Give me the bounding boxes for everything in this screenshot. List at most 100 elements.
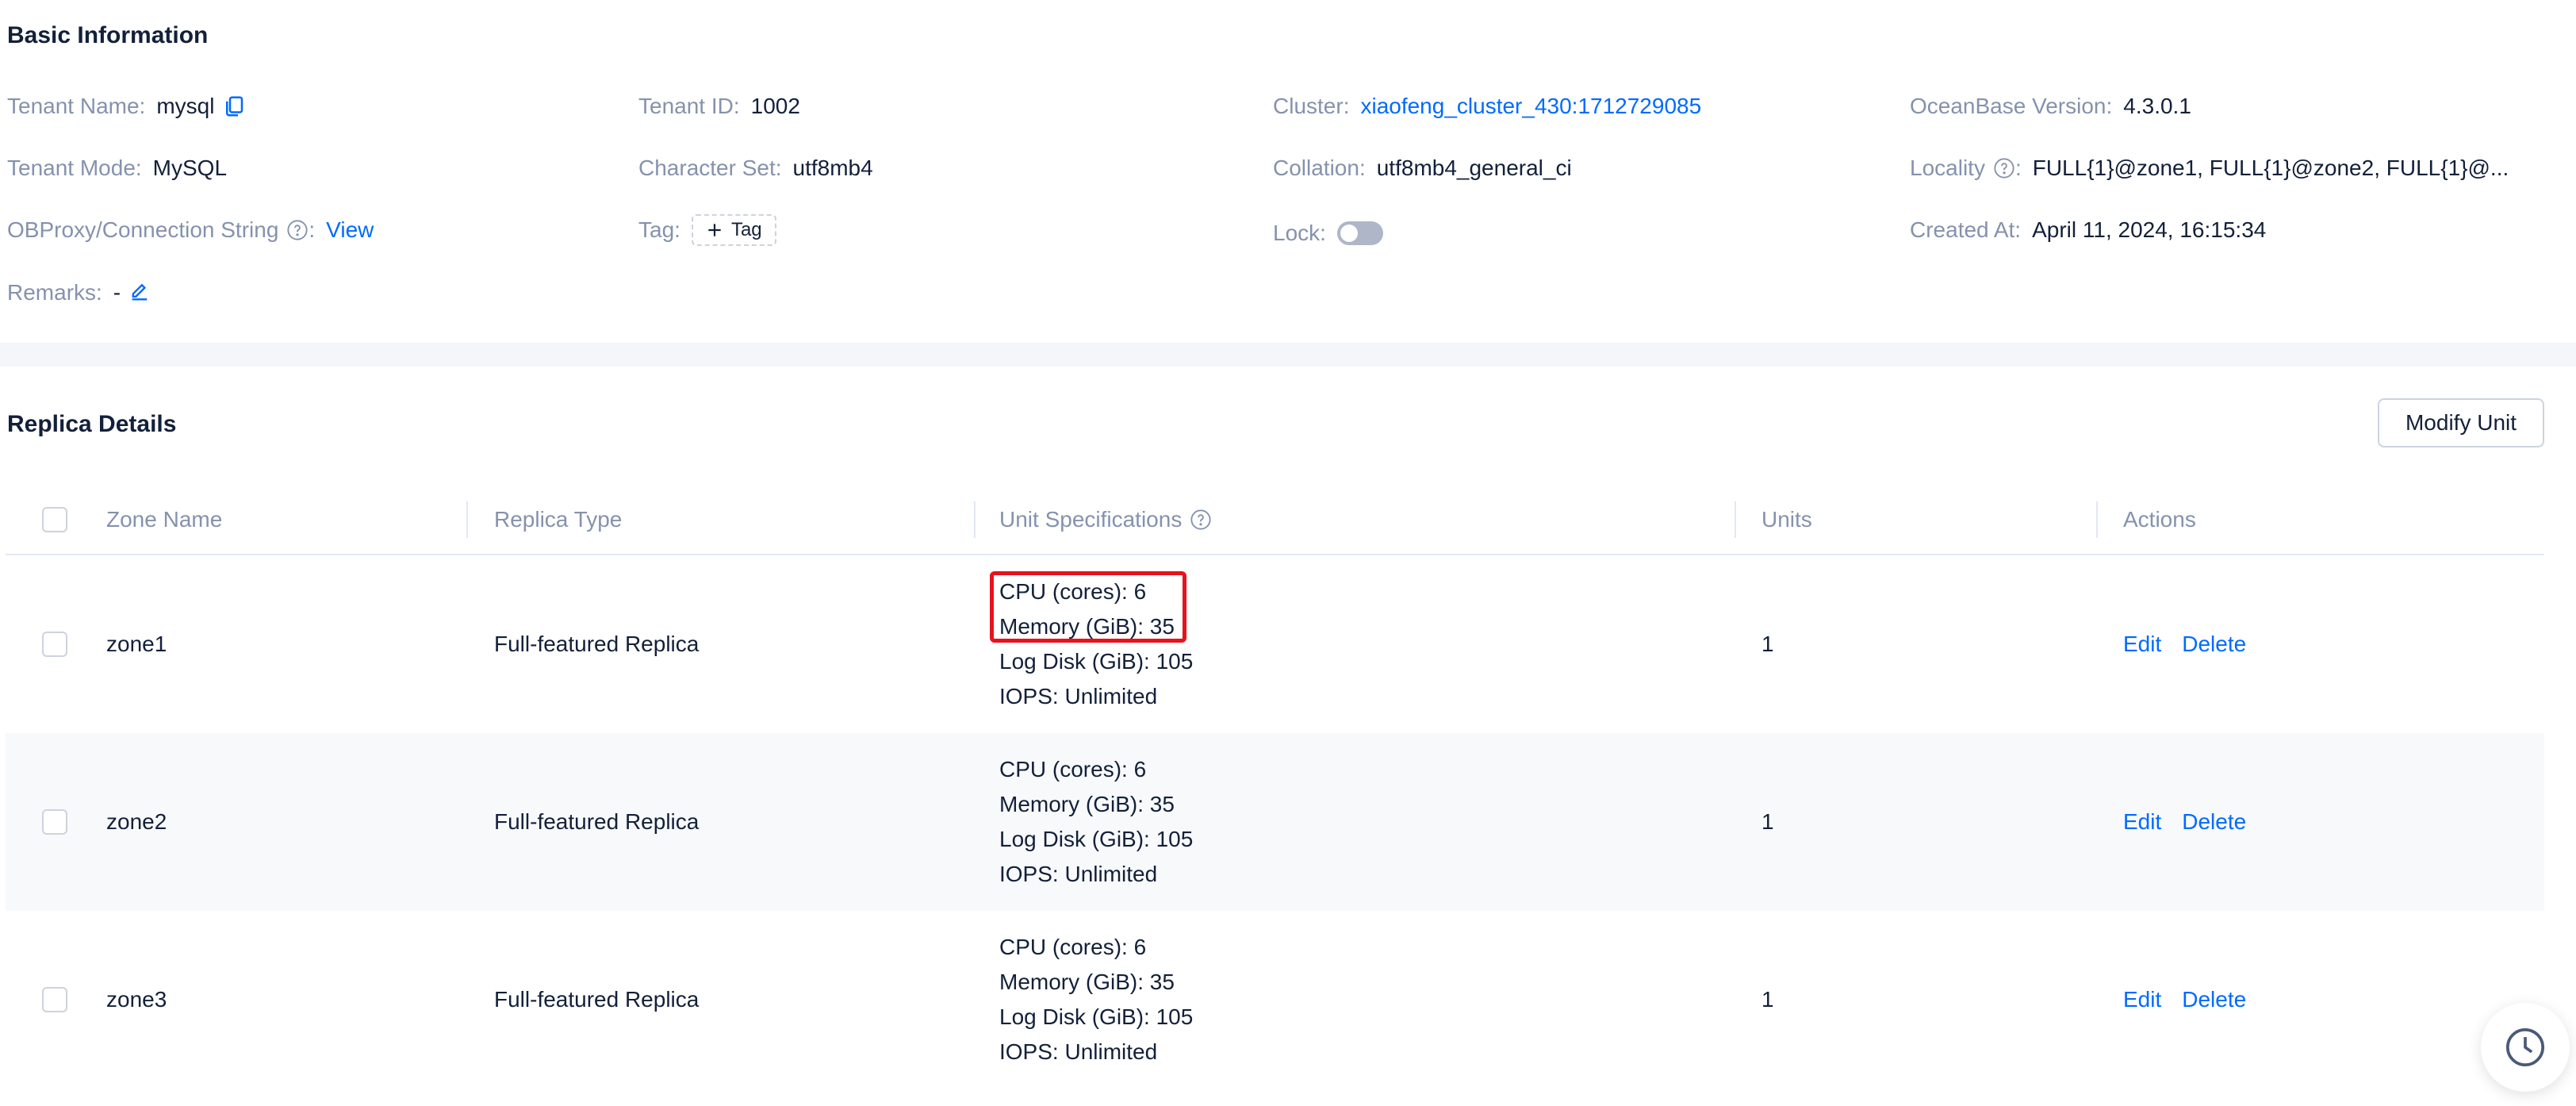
unit-spec-cell: CPU (cores): 6 Memory (GiB): 35 Log Disk… <box>999 911 1193 1089</box>
tenant-id-value: 1002 <box>750 94 800 118</box>
collation-field: Collation : utf8mb4_general_ci <box>1273 152 1572 184</box>
remarks-value: - <box>113 280 121 305</box>
edit-button[interactable]: Edit <box>2123 809 2161 835</box>
header-actions: Actions <box>2123 507 2196 532</box>
select-all-cell <box>42 484 67 555</box>
delete-button[interactable]: Delete <box>2182 809 2246 835</box>
zone-name-cell: zone1 <box>106 632 167 656</box>
modify-unit-button[interactable]: Modify Unit <box>2378 398 2544 447</box>
row-checkbox[interactable] <box>42 809 67 835</box>
collation-colon: : <box>1359 156 1366 180</box>
locality-value: FULL{1}@zone1, FULL{1}@zone2, FULL{1}@..… <box>2032 156 2509 180</box>
locality-field: Locality : FULL{1}@zone1, FULL{1}@zone2,… <box>1910 152 2509 184</box>
cpu-spec: CPU (cores): 6 <box>999 935 1147 959</box>
tenant-mode-value: MySQL <box>152 156 228 180</box>
replica-type-cell: Full-featured Replica <box>494 632 700 656</box>
replica-type-cell: Full-featured Replica <box>494 987 700 1012</box>
units-cell: 1 <box>1761 632 1774 656</box>
actions-cell: Edit Delete <box>2123 555 2267 733</box>
replica-table: Zone Name Replica Type Unit Specificatio… <box>6 484 2544 1089</box>
cpu-spec: CPU (cores): 6 <box>999 757 1147 781</box>
cluster-link[interactable]: xiaofeng_cluster_430:1712729085 <box>1360 94 1701 119</box>
tag-label: Tag: <box>638 217 680 242</box>
remarks-field: Remarks: - <box>7 277 152 309</box>
tenant-name-value: mysql <box>156 94 215 118</box>
column-divider <box>466 501 468 538</box>
obproxy-view-link[interactable]: View <box>326 217 374 243</box>
units-cell: 1 <box>1761 987 1774 1012</box>
log-disk-spec: Log Disk (GiB): 105 <box>999 649 1194 674</box>
memory-spec: Memory (GiB): 35 <box>999 792 1175 816</box>
iops-spec: IOPS: Unlimited <box>999 1039 1158 1064</box>
cpu-spec: CPU (cores): 6 <box>999 579 1147 604</box>
tenant-name-field: Tenant Name: mysql <box>7 90 246 122</box>
locality-label: Locality <box>1910 156 1985 180</box>
replica-type-cell: Full-featured Replica <box>494 809 700 834</box>
delete-button[interactable]: Delete <box>2182 987 2246 1012</box>
edit-icon[interactable] <box>128 281 152 305</box>
cluster-label: Cluster: <box>1273 94 1350 118</box>
character-set-field: Character Set: utf8mb4 <box>638 152 873 184</box>
actions-cell: Edit Delete <box>2123 911 2267 1089</box>
tenant-id-label: Tenant ID: <box>638 94 740 118</box>
delete-button[interactable]: Delete <box>2182 632 2246 657</box>
created-at-label: Created At: <box>1910 217 2022 242</box>
iops-spec: IOPS: Unlimited <box>999 862 1158 886</box>
table-row: zone2 Full-featured Replica CPU (cores):… <box>6 733 2544 911</box>
log-disk-spec: Log Disk (GiB): 105 <box>999 1004 1194 1029</box>
basic-information-section: Basic Information Tenant Name: mysql Ten… <box>0 0 2576 343</box>
edit-button[interactable]: Edit <box>2123 632 2161 657</box>
history-icon <box>2505 1027 2545 1067</box>
iops-spec: IOPS: Unlimited <box>999 684 1158 709</box>
log-disk-spec: Log Disk (GiB): 105 <box>999 827 1194 851</box>
obproxy-colon: : <box>309 217 316 242</box>
row-checkbox[interactable] <box>42 987 67 1012</box>
help-icon[interactable] <box>1190 509 1212 531</box>
table-row: zone3 Full-featured Replica CPU (cores):… <box>6 911 2544 1089</box>
add-tag-label: Tag <box>730 219 762 240</box>
row-checkbox[interactable] <box>42 632 67 657</box>
section-divider <box>0 343 2576 367</box>
character-set-value: utf8mb4 <box>792 156 873 180</box>
header-zone-name: Zone Name <box>106 507 223 532</box>
select-all-checkbox[interactable] <box>42 507 67 532</box>
replica-details-title: Replica Details <box>7 411 177 437</box>
plus-icon <box>708 224 721 236</box>
header-unit-specifications: Unit Specifications <box>999 484 1212 555</box>
collation-label: Collation <box>1273 156 1359 180</box>
memory-spec: Memory (GiB): 35 <box>999 614 1175 639</box>
units-cell: 1 <box>1761 809 1774 834</box>
table-header: Zone Name Replica Type Unit Specificatio… <box>6 484 2544 555</box>
obproxy-label: OBProxy/Connection String <box>7 217 279 242</box>
column-divider <box>1735 501 1736 538</box>
lock-toggle[interactable] <box>1336 221 1383 245</box>
copy-icon[interactable] <box>222 94 246 118</box>
tag-field: Tag: Tag <box>638 214 776 246</box>
created-at-value: April 11, 2024, 16:15:34 <box>2032 217 2267 242</box>
cluster-field: Cluster: xiaofeng_cluster_430:1712729085 <box>1273 90 1701 122</box>
tenant-id-field: Tenant ID: 1002 <box>638 90 800 122</box>
unit-spec-cell: CPU (cores): 6 Memory (GiB): 35 Log Disk… <box>999 555 1193 733</box>
header-units: Units <box>1761 507 1812 532</box>
tenant-name-label: Tenant Name: <box>7 94 146 118</box>
oceanbase-version-value: 4.3.0.1 <box>2123 94 2191 118</box>
remarks-label: Remarks: <box>7 280 102 305</box>
memory-spec: Memory (GiB): 35 <box>999 970 1175 994</box>
history-button[interactable] <box>2481 1003 2570 1092</box>
header-replica-type: Replica Type <box>494 507 623 532</box>
actions-cell: Edit Delete <box>2123 733 2267 911</box>
basic-information-title: Basic Information <box>7 22 209 48</box>
table-row: zone1 Full-featured Replica CPU (cores):… <box>6 555 2544 733</box>
column-divider <box>2096 501 2098 538</box>
locality-colon: : <box>2014 156 2022 180</box>
created-at-field: Created At: April 11, 2024, 16:15:34 <box>1910 214 2266 246</box>
tenant-mode-label: Tenant Mode: <box>7 156 142 180</box>
row-select-cell <box>42 733 67 911</box>
obproxy-field: OBProxy/Connection String : View <box>7 214 374 246</box>
character-set-label: Character Set: <box>638 156 782 180</box>
help-icon[interactable] <box>286 219 309 241</box>
edit-button[interactable]: Edit <box>2123 987 2161 1012</box>
add-tag-button[interactable]: Tag <box>691 214 776 246</box>
row-select-cell <box>42 555 67 733</box>
help-icon[interactable] <box>1993 157 2015 179</box>
